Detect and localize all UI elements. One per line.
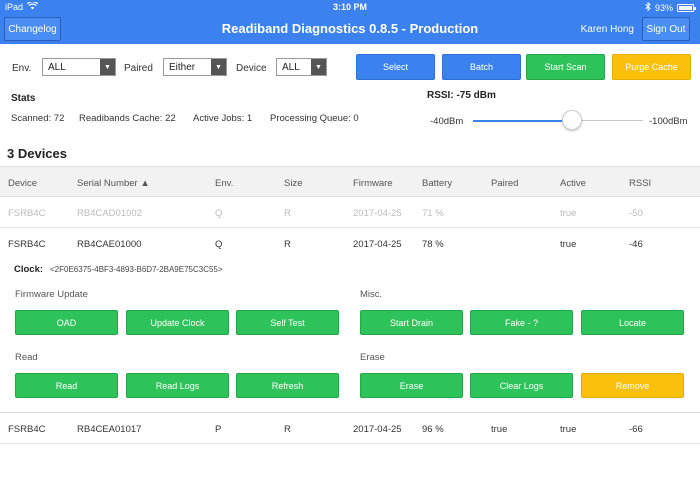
batch-button[interactable]: Batch (442, 54, 521, 80)
cell-env: Q (215, 208, 223, 219)
nav-bar: Changelog Readiband Diagnostics 0.8.5 - … (0, 14, 700, 44)
cell-rssi: -46 (629, 239, 643, 250)
start-drain-button[interactable]: Start Drain (360, 310, 463, 335)
battery-percent: 93% (654, 2, 673, 13)
battery-icon (677, 3, 696, 12)
bluetooth-icon (645, 1, 651, 13)
start-scan-button[interactable]: Start Scan (526, 54, 605, 80)
sign-out-button[interactable]: Sign Out (642, 17, 690, 41)
read-logs-button[interactable]: Read Logs (126, 373, 229, 398)
table-row[interactable]: FSRB4C RB4CAE01000 Q R 2017-04-25 78 % t… (0, 229, 700, 259)
stat-scanned: Scanned: 72 (11, 113, 65, 124)
table-row[interactable]: FSRB4C RB4CEA01017 P R 2017-04-25 96 % t… (0, 414, 700, 444)
rssi-title: RSSI: -75 dBm (427, 90, 496, 101)
paired-filter-label: Paired (124, 63, 153, 74)
rssi-max-label: -100dBm (649, 116, 688, 127)
cell-env: Q (215, 239, 223, 250)
rssi-slider-track[interactable] (473, 120, 643, 122)
column-header[interactable]: Firmware (353, 178, 393, 189)
self-test-button[interactable]: Self Test (236, 310, 339, 335)
stat-processing-queue: Processing Queue: 0 (270, 113, 359, 124)
locate-button[interactable]: Locate (581, 310, 684, 335)
column-header[interactable]: Device (8, 178, 37, 189)
cell-active: true (560, 208, 577, 219)
cell-battery: 71 % (422, 208, 444, 219)
chevron-down-icon: ▼ (211, 59, 226, 75)
user-name: Karen Hong (580, 24, 634, 35)
paired-select-value: Either (169, 62, 196, 73)
table-row[interactable]: FSRB4C RB4CAD01002 Q R 2017-04-25 71 % t… (0, 198, 700, 228)
cell-serial: RB4CAD01002 (77, 208, 142, 219)
cell-firmware: 2017-04-25 (353, 208, 402, 219)
column-header[interactable]: Size (284, 178, 302, 189)
cell-paired: true (491, 424, 508, 435)
cell-active: true (560, 239, 577, 250)
misc-label: Misc. (360, 289, 383, 300)
cell-battery: 96 % (422, 424, 444, 435)
erase-button[interactable]: Erase (360, 373, 463, 398)
column-header[interactable]: Active (560, 178, 586, 189)
purge-cache-button[interactable]: Purge Cache (612, 54, 691, 80)
chevron-down-icon: ▼ (311, 59, 326, 75)
erase-label: Erase (360, 352, 385, 363)
clock-value: <2F0E6375-4BF3-4893-B6D7-2BA9E75C3C55> (50, 265, 223, 274)
oad-button[interactable]: OAD (15, 310, 118, 335)
fake-button[interactable]: Fake - ? (470, 310, 573, 335)
table-header: Device Serial Number ▲ Env. Size Firmwar… (0, 166, 700, 197)
cell-env: P (215, 424, 222, 435)
column-header[interactable]: Battery (422, 178, 452, 189)
env-select[interactable]: ALL ▼ (42, 58, 116, 76)
select-button[interactable]: Select (356, 54, 435, 80)
battery-fill (679, 5, 692, 10)
chevron-down-icon: ▼ (100, 59, 115, 75)
app-root: iPad 3:10 PM 93% Changelog Readiband Dia… (0, 0, 700, 500)
device-filter-label: Device (236, 63, 267, 74)
paired-select[interactable]: Either ▼ (163, 58, 227, 76)
read-label: Read (15, 352, 38, 363)
status-bar: iPad 3:10 PM 93% (0, 0, 700, 14)
column-header[interactable]: Env. (215, 178, 233, 189)
env-select-value: ALL (48, 62, 66, 73)
device-select[interactable]: ALL ▼ (276, 58, 327, 76)
cell-size: R (284, 208, 291, 219)
cell-device: FSRB4C (8, 239, 46, 250)
rssi-slider-fill (473, 120, 572, 122)
cell-size: R (284, 239, 291, 250)
env-filter-label: Env. (12, 63, 32, 74)
remove-button[interactable]: Remove (581, 373, 684, 398)
rssi-slider-thumb[interactable] (562, 110, 582, 130)
stat-readibands-cache: Readibands Cache: 22 (79, 113, 176, 124)
devices-title: 3 Devices (7, 146, 67, 161)
clear-logs-button[interactable]: Clear Logs (470, 373, 573, 398)
cell-rssi: -50 (629, 208, 643, 219)
read-button[interactable]: Read (15, 373, 118, 398)
status-time: 3:10 PM (332, 2, 367, 12)
column-header[interactable]: Serial Number ▲ (77, 178, 150, 189)
cell-size: R (284, 424, 291, 435)
update-clock-button[interactable]: Update Clock (126, 310, 229, 335)
cell-battery: 78 % (422, 239, 444, 250)
device-detail-panel: Clock: <2F0E6375-4BF3-4893-B6D7-2BA9E75C… (0, 258, 700, 413)
cell-active: true (560, 424, 577, 435)
column-header[interactable]: Paired (491, 178, 518, 189)
cell-serial: RB4CEA01017 (77, 424, 142, 435)
cell-device: FSRB4C (8, 424, 46, 435)
column-header[interactable]: RSSI (629, 178, 651, 189)
status-right: 93% (645, 1, 696, 13)
cell-serial: RB4CAE01000 (77, 239, 142, 250)
firmware-update-label: Firmware Update (15, 289, 88, 300)
cell-rssi: -66 (629, 424, 643, 435)
rssi-min-label: -40dBm (430, 116, 464, 127)
cell-firmware: 2017-04-25 (353, 239, 402, 250)
cell-firmware: 2017-04-25 (353, 424, 402, 435)
refresh-button[interactable]: Refresh (236, 373, 339, 398)
stat-active-jobs: Active Jobs: 1 (193, 113, 253, 124)
cell-device: FSRB4C (8, 208, 46, 219)
device-select-value: ALL (282, 62, 300, 73)
clock-label: Clock: (14, 264, 44, 275)
stats-title: Stats (11, 93, 36, 104)
